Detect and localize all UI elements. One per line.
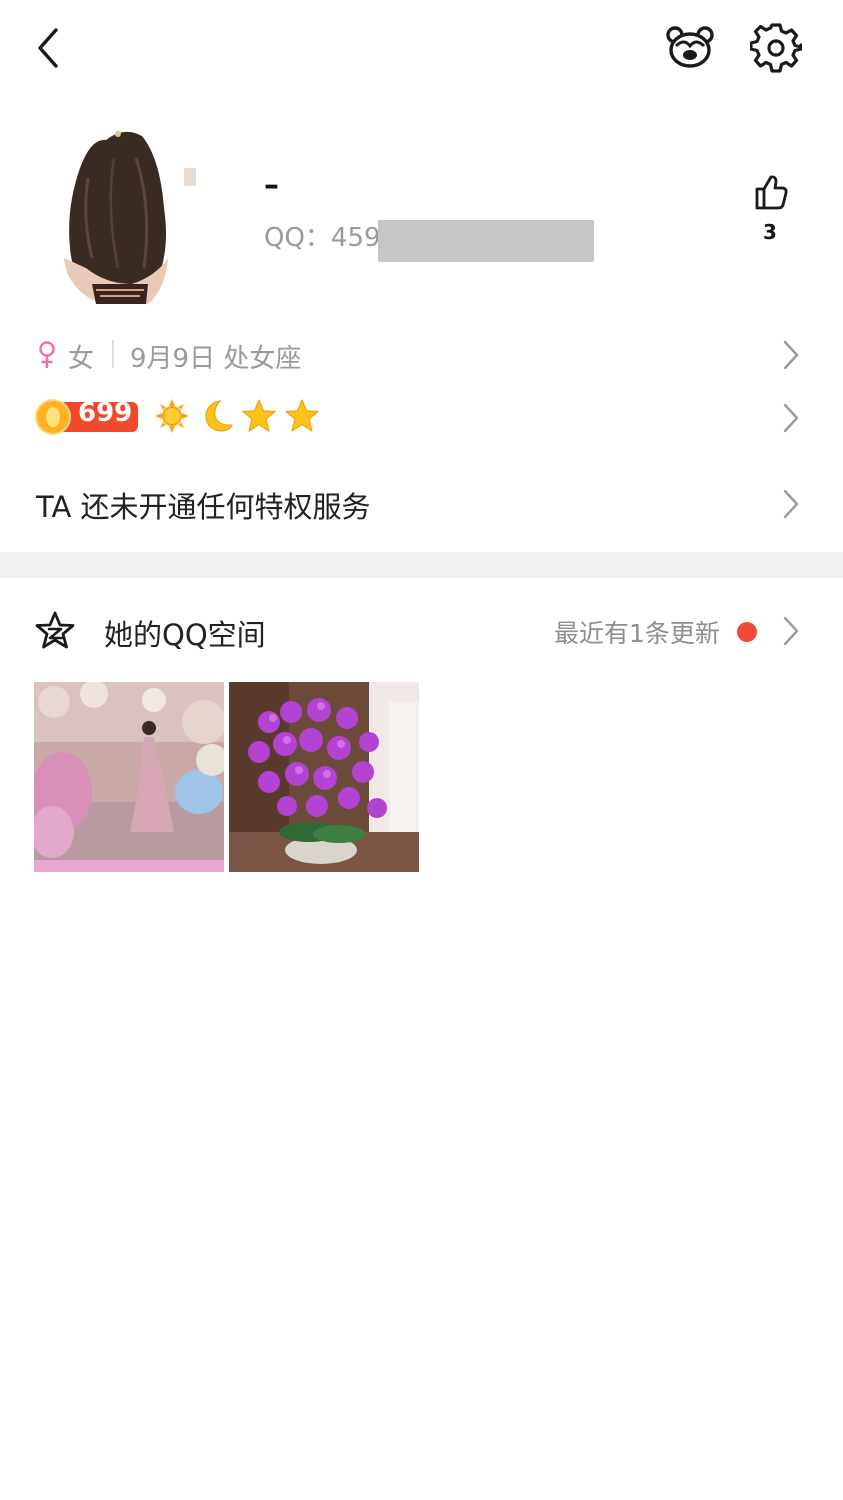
top-bar xyxy=(0,0,843,96)
gender-label: 女 xyxy=(68,344,95,374)
bear-face-icon xyxy=(666,26,714,68)
qzone-photo[interactable] xyxy=(34,682,224,872)
purple-orchids-photo xyxy=(229,682,419,872)
female-icon xyxy=(39,341,55,368)
privilege-text: TA 还未开通任何特权服务 xyxy=(36,490,371,524)
qzone-title: 她的QQ空间 xyxy=(104,618,266,652)
divider xyxy=(112,340,114,368)
star-icon xyxy=(242,399,276,432)
section-divider xyxy=(0,552,843,578)
avatar[interactable] xyxy=(36,118,232,314)
basic-info-row[interactable]: 女 9月9日 处女座 xyxy=(0,332,843,378)
qzone-update-text: 最近有1条更新 xyxy=(554,619,720,648)
chevron-right-icon xyxy=(783,340,799,370)
like-count: 3 xyxy=(763,220,777,244)
chevron-left-icon xyxy=(38,28,58,68)
bear-face-button[interactable] xyxy=(664,24,716,70)
unread-dot xyxy=(737,622,757,642)
chevron-right-icon xyxy=(783,403,799,433)
back-button[interactable] xyxy=(26,22,74,74)
qzone-row[interactable]: 她的QQ空间 最近有1条更新 xyxy=(0,606,843,658)
chevron-right-icon xyxy=(783,616,799,646)
level-row[interactable]: 699 xyxy=(0,396,843,440)
privilege-row[interactable]: TA 还未开通任何特权服务 xyxy=(0,478,843,530)
nickname: – xyxy=(264,168,279,203)
moon-icon xyxy=(205,399,233,432)
avatar-image xyxy=(36,118,232,314)
chevron-right-icon xyxy=(783,489,799,519)
qq-number: QQ：459 xyxy=(264,223,381,253)
thumbs-up-icon xyxy=(755,175,788,210)
settings-button[interactable] xyxy=(749,22,803,74)
star-icon xyxy=(285,399,319,432)
gear-icon xyxy=(749,23,803,73)
sun-icon xyxy=(155,399,189,433)
qzone-star-icon xyxy=(35,611,75,649)
qq-number-redaction xyxy=(378,220,594,262)
birthday-label: 9月9日 处女座 xyxy=(130,344,302,374)
woman-in-gown-photo xyxy=(34,682,224,872)
level-value: 699 xyxy=(78,398,133,428)
like-button[interactable]: 3 xyxy=(740,172,800,252)
qzone-photo[interactable] xyxy=(229,682,419,872)
